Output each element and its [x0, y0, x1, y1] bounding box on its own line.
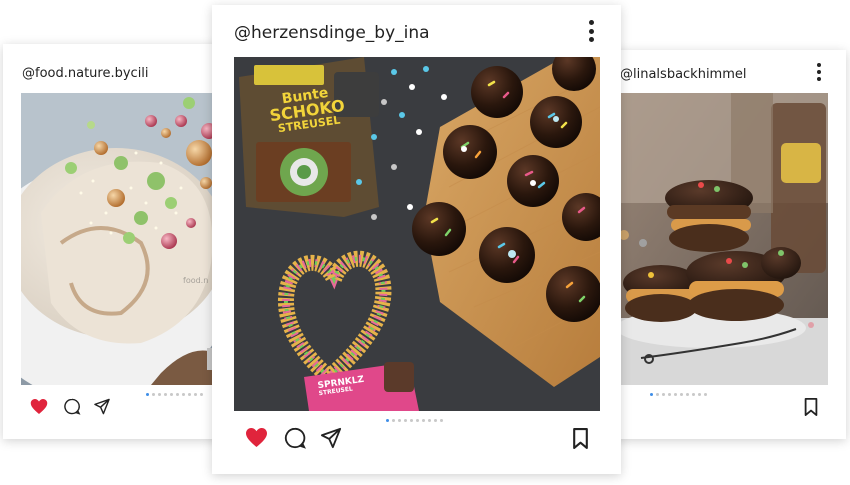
carousel-dot [152, 393, 155, 396]
bookmark-icon[interactable] [803, 398, 819, 420]
comment-icon[interactable] [284, 427, 306, 453]
carousel-dot [392, 419, 395, 422]
carousel-dot [158, 393, 161, 396]
send-icon[interactable] [93, 398, 111, 419]
bookmark-icon[interactable] [571, 428, 590, 453]
carousel-dot [182, 393, 185, 396]
heart-icon[interactable] [30, 398, 48, 419]
carousel-dot [428, 419, 431, 422]
carousel-indicator [146, 393, 203, 396]
post-photo[interactable]: food.n [21, 93, 215, 385]
carousel-dot [398, 419, 401, 422]
carousel-dot [680, 393, 683, 396]
more-vertical-icon[interactable] [588, 20, 594, 42]
carousel-dot [440, 419, 443, 422]
carousel-dot [188, 393, 191, 396]
post-card-herzensdinge: @herzensdinge_by_ina Bunte SCHOKO STREUS… [212, 5, 621, 474]
post-username[interactable]: @herzensdinge_by_ina [234, 23, 430, 43]
whoopie-pies-photo [621, 93, 828, 385]
carousel-dot [434, 419, 437, 422]
post-card-linalsbackhimmel: @linalsbackhimmel [603, 50, 846, 439]
post-username[interactable]: @linalsbackhimmel [620, 67, 747, 82]
carousel-dot [176, 393, 179, 396]
heart-icon[interactable] [245, 427, 268, 452]
carousel-dot [410, 419, 413, 422]
post-photo[interactable]: Bunte SCHOKO STREUSEL SPRNKLZ STREUSEL [234, 57, 600, 411]
carousel-dot [422, 419, 425, 422]
carousel-dot [164, 393, 167, 396]
send-icon[interactable] [320, 427, 342, 453]
carousel-dot [200, 393, 203, 396]
carousel-dot [686, 393, 689, 396]
carousel-dot-active [146, 393, 149, 396]
carousel-dot [194, 393, 197, 396]
post-photo[interactable] [621, 93, 828, 385]
cinnamon-roll-photo [21, 93, 215, 385]
carousel-dot [692, 393, 695, 396]
more-vertical-icon[interactable] [816, 63, 822, 81]
photo-watermark: food.n [183, 276, 209, 285]
carousel-dot [656, 393, 659, 396]
carousel-dot [704, 393, 707, 396]
carousel-indicator [650, 393, 707, 396]
carousel-dot [404, 419, 407, 422]
carousel-dot-active [650, 393, 653, 396]
carousel-dot [170, 393, 173, 396]
post-card-food-nature: @food.nature.bycili food.n [3, 44, 230, 439]
carousel-dot [668, 393, 671, 396]
carousel-dot [662, 393, 665, 396]
comment-icon[interactable] [63, 398, 81, 419]
carousel-dot-active [386, 419, 389, 422]
carousel-dot [416, 419, 419, 422]
carousel-indicator [386, 419, 443, 422]
carousel-dot [698, 393, 701, 396]
carousel-dot [674, 393, 677, 396]
post-username[interactable]: @food.nature.bycili [22, 66, 149, 81]
